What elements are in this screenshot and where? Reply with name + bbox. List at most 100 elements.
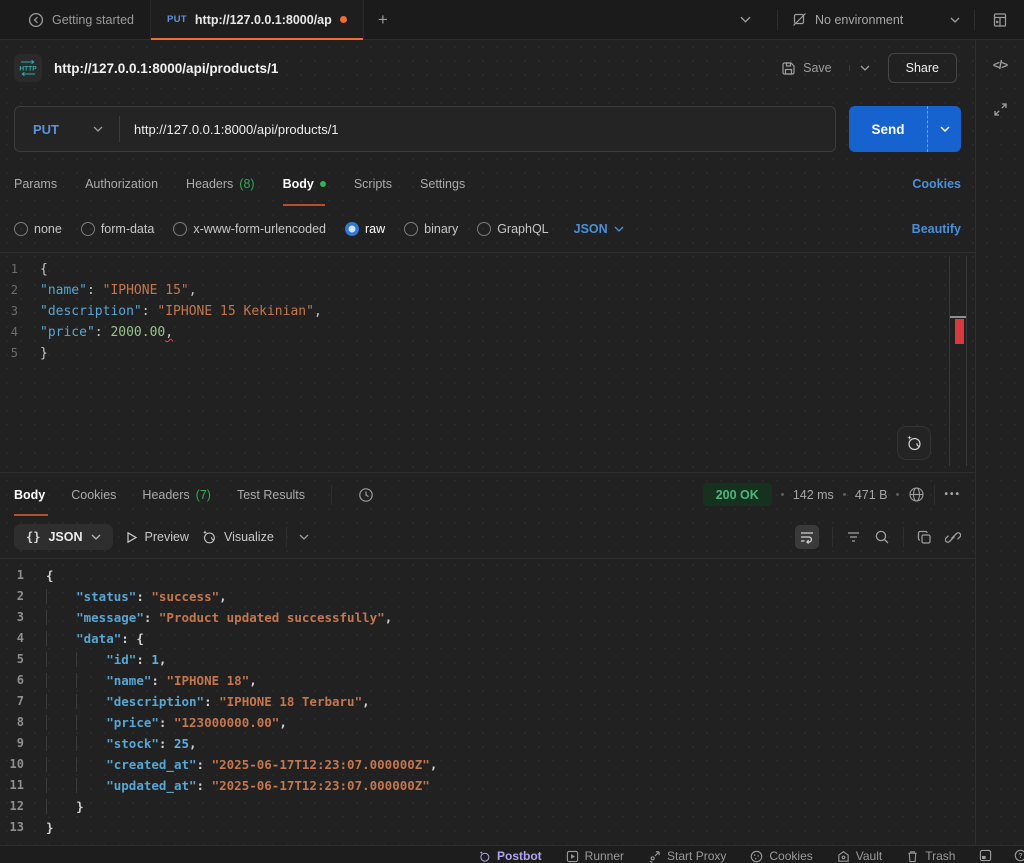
svg-text:HTTP: HTTP: [19, 66, 37, 73]
raw-language-select[interactable]: JSON: [574, 222, 624, 236]
line-number: 9: [16, 736, 24, 750]
response-more-menu[interactable]: •••: [944, 489, 961, 500]
save-icon: [781, 61, 796, 76]
statusbar-postbot[interactable]: Postbot: [478, 849, 542, 863]
language-chevron-icon: [614, 226, 624, 232]
statusbar-trash[interactable]: Trash: [906, 849, 955, 863]
mode-none[interactable]: none: [14, 222, 62, 236]
runner-icon: [566, 850, 578, 862]
visualize-button[interactable]: Visualize: [201, 529, 274, 545]
mode-x-www-form-urlencoded[interactable]: x-www-form-urlencoded: [173, 222, 326, 236]
meta-divider: [934, 484, 936, 505]
wrap-text-toggle[interactable]: [795, 525, 819, 549]
tab-list-chevron-icon[interactable]: [714, 0, 777, 39]
code-snippet-icon[interactable]: </>: [993, 58, 1008, 72]
beautify-link[interactable]: Beautify: [912, 222, 961, 236]
line-number: 7: [16, 694, 24, 708]
tab-settings[interactable]: Settings: [420, 162, 465, 206]
statusbar-runner[interactable]: Runner: [566, 849, 624, 863]
response-time: 142 ms: [792, 487, 834, 502]
save-options-chevron-icon[interactable]: [848, 65, 870, 71]
separator-dot: [842, 493, 846, 496]
link-icon[interactable]: [945, 529, 961, 545]
save-button[interactable]: Save: [781, 61, 870, 76]
search-icon[interactable]: [874, 529, 890, 545]
expand-pane-icon[interactable]: [993, 102, 1008, 117]
statusbar-cookies[interactable]: Cookies: [750, 849, 813, 863]
code-line: 4 "data": {: [0, 628, 975, 649]
response-body-editor[interactable]: 1{2 "status": "success", 3 "message": "Pr…: [0, 558, 975, 845]
line-number: 10: [9, 757, 24, 771]
url-input[interactable]: http://127.0.0.1:8000/api/products/1: [120, 122, 353, 137]
visualize-chevron-icon[interactable]: [299, 534, 309, 540]
code-line: 6 "name": "IPHONE 18",: [0, 670, 975, 691]
postbot-button[interactable]: [897, 426, 931, 460]
copy-icon[interactable]: [917, 530, 932, 545]
filter-icon[interactable]: [846, 530, 861, 544]
postbot-icon: [907, 435, 921, 451]
tools-divider: [832, 527, 833, 547]
svg-text:?: ?: [1019, 853, 1023, 860]
request-tabs: Params Authorization Headers (8) Body Sc…: [0, 162, 975, 206]
send-options-chevron-icon[interactable]: [927, 106, 961, 152]
line-number: 2: [16, 589, 24, 603]
visualize-postbot-icon: [203, 530, 215, 544]
response-code: 1{2 "status": "success", 3 "message": "Pr…: [0, 565, 975, 838]
mode-form-data[interactable]: form-data: [80, 222, 154, 236]
response-size: 471 B: [854, 487, 888, 502]
cookie-icon: [751, 850, 763, 862]
response-tab-headers[interactable]: Headers (7): [142, 473, 211, 516]
tab-params[interactable]: Params: [14, 162, 57, 206]
cookies-link[interactable]: Cookies: [912, 177, 961, 191]
code-line: 12 }: [0, 796, 975, 817]
workspace-tabbar: Getting started PUT http://127.0.0.1:800…: [0, 0, 1024, 40]
environment-quick-look-icon[interactable]: [975, 0, 1024, 39]
response-headers-count: (7): [195, 487, 211, 502]
separator-dot: [896, 493, 900, 496]
tab-getting-started-label: Getting started: [52, 12, 134, 27]
tab-scripts[interactable]: Scripts: [354, 162, 392, 206]
response-format-select[interactable]: {} JSON: [14, 524, 113, 550]
response-tab-test-results[interactable]: Test Results: [237, 473, 305, 516]
line-number: 13: [9, 820, 24, 834]
proxy-icon: [649, 850, 660, 863]
toolbar-divider: [285, 527, 287, 547]
preview-button[interactable]: Preview: [125, 530, 189, 544]
tab-request-active[interactable]: PUT http://127.0.0.1:8000/ap: [150, 0, 364, 40]
format-chevron-icon: [91, 534, 100, 540]
tab-body[interactable]: Body: [282, 162, 326, 206]
statusbar-vault[interactable]: Vault: [837, 849, 882, 863]
tab-getting-started[interactable]: Getting started: [12, 0, 150, 39]
mode-binary[interactable]: binary: [404, 222, 458, 236]
network-globe-icon[interactable]: [908, 486, 925, 503]
mode-raw[interactable]: raw: [345, 222, 385, 236]
radio-icon: [173, 222, 188, 236]
ruler-scroll-line: [950, 316, 966, 318]
bottom-panel-toggle-icon[interactable]: [979, 849, 992, 862]
launchpad-icon: [28, 12, 44, 28]
code-line: 2 "status": "success",: [0, 586, 975, 607]
environment-selector[interactable]: No environment: [778, 0, 974, 39]
response-history-icon[interactable]: [358, 487, 374, 503]
line-number: 4: [16, 631, 24, 645]
line-number: 11: [9, 778, 24, 792]
tab-headers[interactable]: Headers (8): [186, 162, 255, 206]
code-line: 2 "name": "IPHONE 15",: [0, 280, 975, 301]
share-button[interactable]: Share: [887, 53, 957, 83]
code-line: 1{: [0, 259, 975, 280]
code-line: 3 "message": "Product updated successful…: [0, 607, 975, 628]
request-body-editor[interactable]: 1{2 "name": "IPHONE 15", 3 "description": "…: [0, 252, 975, 472]
response-tab-body[interactable]: Body: [14, 473, 49, 516]
radio-selected-icon: [345, 222, 359, 236]
statusbar-start-proxy[interactable]: Start Proxy: [648, 849, 726, 863]
new-tab-button[interactable]: +: [364, 0, 402, 39]
line-number: 4: [10, 325, 18, 339]
help-icon[interactable]: ?: [1014, 849, 1024, 862]
method-select[interactable]: PUT: [15, 122, 119, 137]
send-button[interactable]: Send: [849, 106, 961, 152]
separator-dot: [780, 493, 784, 496]
line-number: 5: [16, 652, 24, 666]
tab-authorization[interactable]: Authorization: [85, 162, 158, 206]
mode-graphql[interactable]: GraphQL: [477, 222, 549, 236]
response-tab-cookies[interactable]: Cookies: [71, 473, 116, 516]
